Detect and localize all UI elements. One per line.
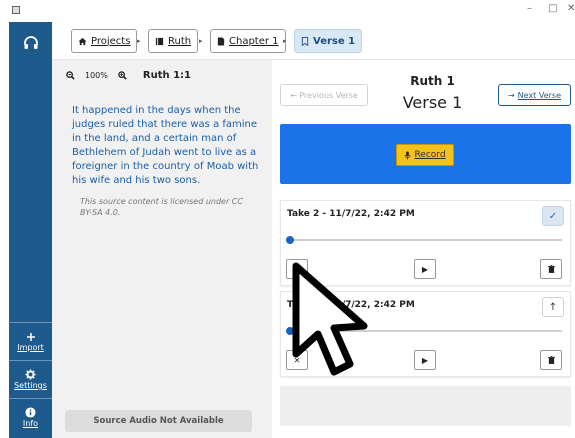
trash-icon <box>547 265 555 273</box>
zoom-level: 100% <box>85 71 108 80</box>
chevron-right-icon: ▸ <box>283 37 287 45</box>
next-verse-button[interactable]: → Next Verse <box>498 84 571 106</box>
breadcrumb-label: Ruth <box>168 35 192 47</box>
playback-slider[interactable] <box>289 239 562 241</box>
settings-button[interactable]: Settings <box>9 360 52 398</box>
recording-panel: ← Previous Verse Ruth 1 Verse 1 → Next V… <box>272 60 575 438</box>
maximize-button[interactable]: □ <box>548 3 557 14</box>
trash-icon <box>547 356 555 364</box>
headphones-button[interactable] <box>9 22 52 64</box>
next-verse-label: Next Verse <box>517 90 562 100</box>
headphones-icon <box>23 36 38 49</box>
source-panel: 100% Ruth 1:1 It happened in the days wh… <box>52 60 272 438</box>
trash-button[interactable] <box>540 350 562 370</box>
delete-take-button[interactable]: ✕ <box>286 350 308 370</box>
delete-take-button[interactable]: ✕ <box>286 259 308 279</box>
play-icon: ▶ <box>421 355 429 365</box>
info-icon <box>25 407 36 418</box>
record-button[interactable]: Record <box>396 144 454 166</box>
settings-label: Settings <box>14 381 47 390</box>
breadcrumb-label: Chapter 1 <box>229 35 279 47</box>
take-card: Take 1 - 11/7/22, 2:42 PM ↑ ✕ ▶ <box>280 291 571 377</box>
breadcrumb-verse[interactable]: Verse 1 <box>294 29 363 53</box>
slider-handle[interactable] <box>286 236 294 244</box>
breadcrumb-book[interactable]: Ruth <box>148 29 199 53</box>
app-icon <box>12 6 20 14</box>
import-label: Import <box>17 342 44 352</box>
import-button[interactable]: Import <box>9 322 52 360</box>
info-button[interactable]: Info <box>9 398 52 436</box>
home-icon <box>78 37 87 45</box>
take-title: Take 2 - 11/7/22, 2:42 PM <box>287 209 415 219</box>
record-label: Record <box>414 150 446 160</box>
close-icon: ✕ <box>293 355 301 365</box>
close-button[interactable]: ✕ <box>567 3 575 14</box>
playback-slider[interactable] <box>289 330 562 332</box>
book-icon <box>155 37 164 45</box>
select-take-button[interactable]: ✓ <box>542 206 564 226</box>
plus-icon <box>26 332 35 341</box>
chevron-right-icon: ▸ <box>137 37 141 45</box>
file-icon <box>217 36 225 46</box>
zoom-controls: 100% Ruth 1:1 <box>66 70 191 81</box>
breadcrumb-projects[interactable]: Projects <box>71 29 138 53</box>
take-title: Take 1 - 11/7/22, 2:42 PM <box>287 300 415 310</box>
record-area: Record <box>280 124 571 184</box>
breadcrumb: Projects ▸ Ruth ▸ Chapter 1 ▸ Verse 1 <box>52 22 575 60</box>
chevron-right-icon: ▸ <box>199 37 203 45</box>
breadcrumb-chapter[interactable]: Chapter 1 <box>210 29 286 53</box>
check-icon: ✓ <box>548 210 558 222</box>
title-bar: – □ ✕ <box>0 0 575 22</box>
source-text: It happened in the days when the judges … <box>72 105 259 186</box>
trash-button[interactable] <box>540 259 562 279</box>
source-reference: Ruth 1:1 <box>142 70 191 81</box>
arrow-up-icon: ↑ <box>548 301 558 313</box>
play-icon: ▶ <box>421 264 429 274</box>
minimize-button[interactable]: – <box>527 3 532 14</box>
source-audio-button[interactable]: Source Audio Not Available <box>65 410 252 432</box>
play-button[interactable]: ▶ <box>414 259 436 279</box>
arrow-right-icon: → <box>507 90 515 100</box>
breadcrumb-label: Projects <box>91 35 131 47</box>
select-take-button[interactable]: ↑ <box>542 297 564 317</box>
microphone-icon <box>405 150 411 160</box>
take-card: Take 2 - 11/7/22, 2:42 PM ✓ ✕ ▶ <box>280 200 571 286</box>
app-window: – □ ✕ Import Settings Info Projects ▸ Ru… <box>0 0 575 438</box>
info-label: Info <box>22 419 39 428</box>
bottom-bar <box>280 386 571 426</box>
play-button[interactable]: ▶ <box>414 350 436 370</box>
bookmark-icon <box>301 36 309 46</box>
gear-icon <box>25 369 36 380</box>
license-note: This source content is licensed under CC… <box>80 197 243 217</box>
zoom-out-icon[interactable] <box>66 71 75 80</box>
close-icon: ✕ <box>293 264 301 274</box>
zoom-in-icon[interactable] <box>118 71 127 80</box>
breadcrumb-label: Verse 1 <box>313 35 356 47</box>
slider-handle[interactable] <box>286 327 294 335</box>
